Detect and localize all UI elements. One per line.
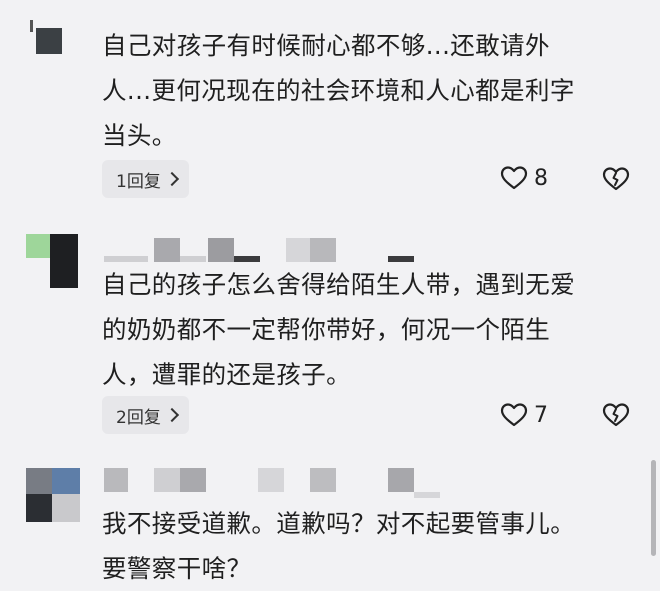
heart-outline-icon [500, 403, 528, 427]
comment-item: 自己对孩子有时候耐心都不够...还敢请外 人...更何况现在的社会环境和人心都是… [0, 0, 660, 210]
chevron-right-icon [164, 407, 179, 423]
comment-item: 自己的孩子怎么舍得给陌生人带，遇到无爱 的奶奶都不一定帮你带好，何况一个陌生 人… [0, 230, 660, 450]
broken-heart-icon[interactable] [601, 401, 631, 429]
like-button[interactable]: 7 [500, 402, 548, 428]
like-count: 8 [534, 165, 548, 191]
avatar[interactable] [26, 14, 80, 54]
scrollbar[interactable] [651, 460, 656, 556]
reply-button[interactable]: 1回复 [102, 160, 189, 198]
like-count: 7 [534, 402, 548, 428]
chevron-right-icon [164, 171, 179, 187]
heart-outline-icon [500, 166, 528, 190]
avatar[interactable] [26, 468, 80, 522]
comment-item: 我不接受道歉。道歉吗？对不起要管事儿。 要警察干啥？ [0, 460, 660, 583]
like-button[interactable]: 8 [500, 165, 548, 191]
comment-text: 自己对孩子有时候耐心都不够...还敢请外 人...更何况现在的社会环境和人心都是… [102, 31, 575, 150]
reply-label: 2回复 [116, 407, 161, 428]
reply-button[interactable]: 2回复 [102, 396, 189, 434]
comment-text: 自己的孩子怎么舍得给陌生人带，遇到无爱 的奶奶都不一定帮你带好，何况一个陌生 人… [102, 270, 576, 389]
reply-label: 1回复 [116, 171, 161, 192]
avatar[interactable] [26, 234, 80, 288]
broken-heart-icon[interactable] [601, 165, 631, 193]
comment-text: 我不接受道歉。道歉吗？对不起要管事儿。 要警察干啥？ [102, 509, 576, 583]
